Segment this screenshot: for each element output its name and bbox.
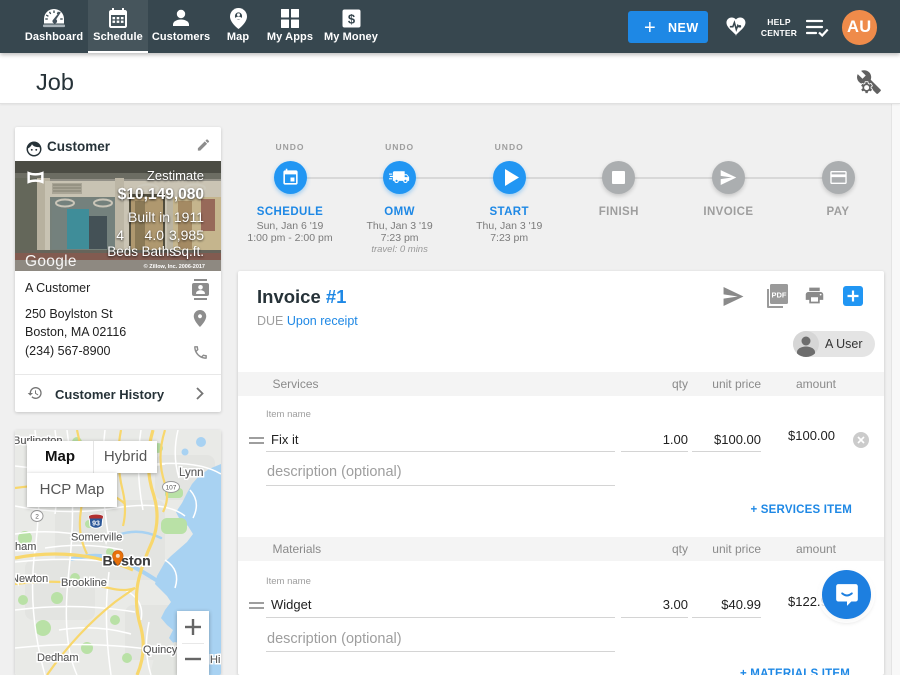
svg-text:PDF: PDF xyxy=(772,291,787,300)
svg-text:Boston: Boston xyxy=(103,553,151,569)
svg-text:107: 107 xyxy=(166,485,177,492)
svg-text:$: $ xyxy=(347,12,355,27)
svg-text:Lynn: Lynn xyxy=(179,467,204,479)
svg-text:ham: ham xyxy=(15,541,36,553)
svg-text:Hi: Hi xyxy=(210,654,220,666)
svg-text:2: 2 xyxy=(35,514,39,521)
svg-text:Somerville: Somerville xyxy=(71,532,122,544)
svg-text:93: 93 xyxy=(92,521,100,528)
svg-text:Quincy: Quincy xyxy=(143,644,178,656)
svg-text:Brookline: Brookline xyxy=(61,577,107,589)
svg-text:Dedham: Dedham xyxy=(37,652,79,664)
svg-text:Newton: Newton xyxy=(15,573,48,585)
